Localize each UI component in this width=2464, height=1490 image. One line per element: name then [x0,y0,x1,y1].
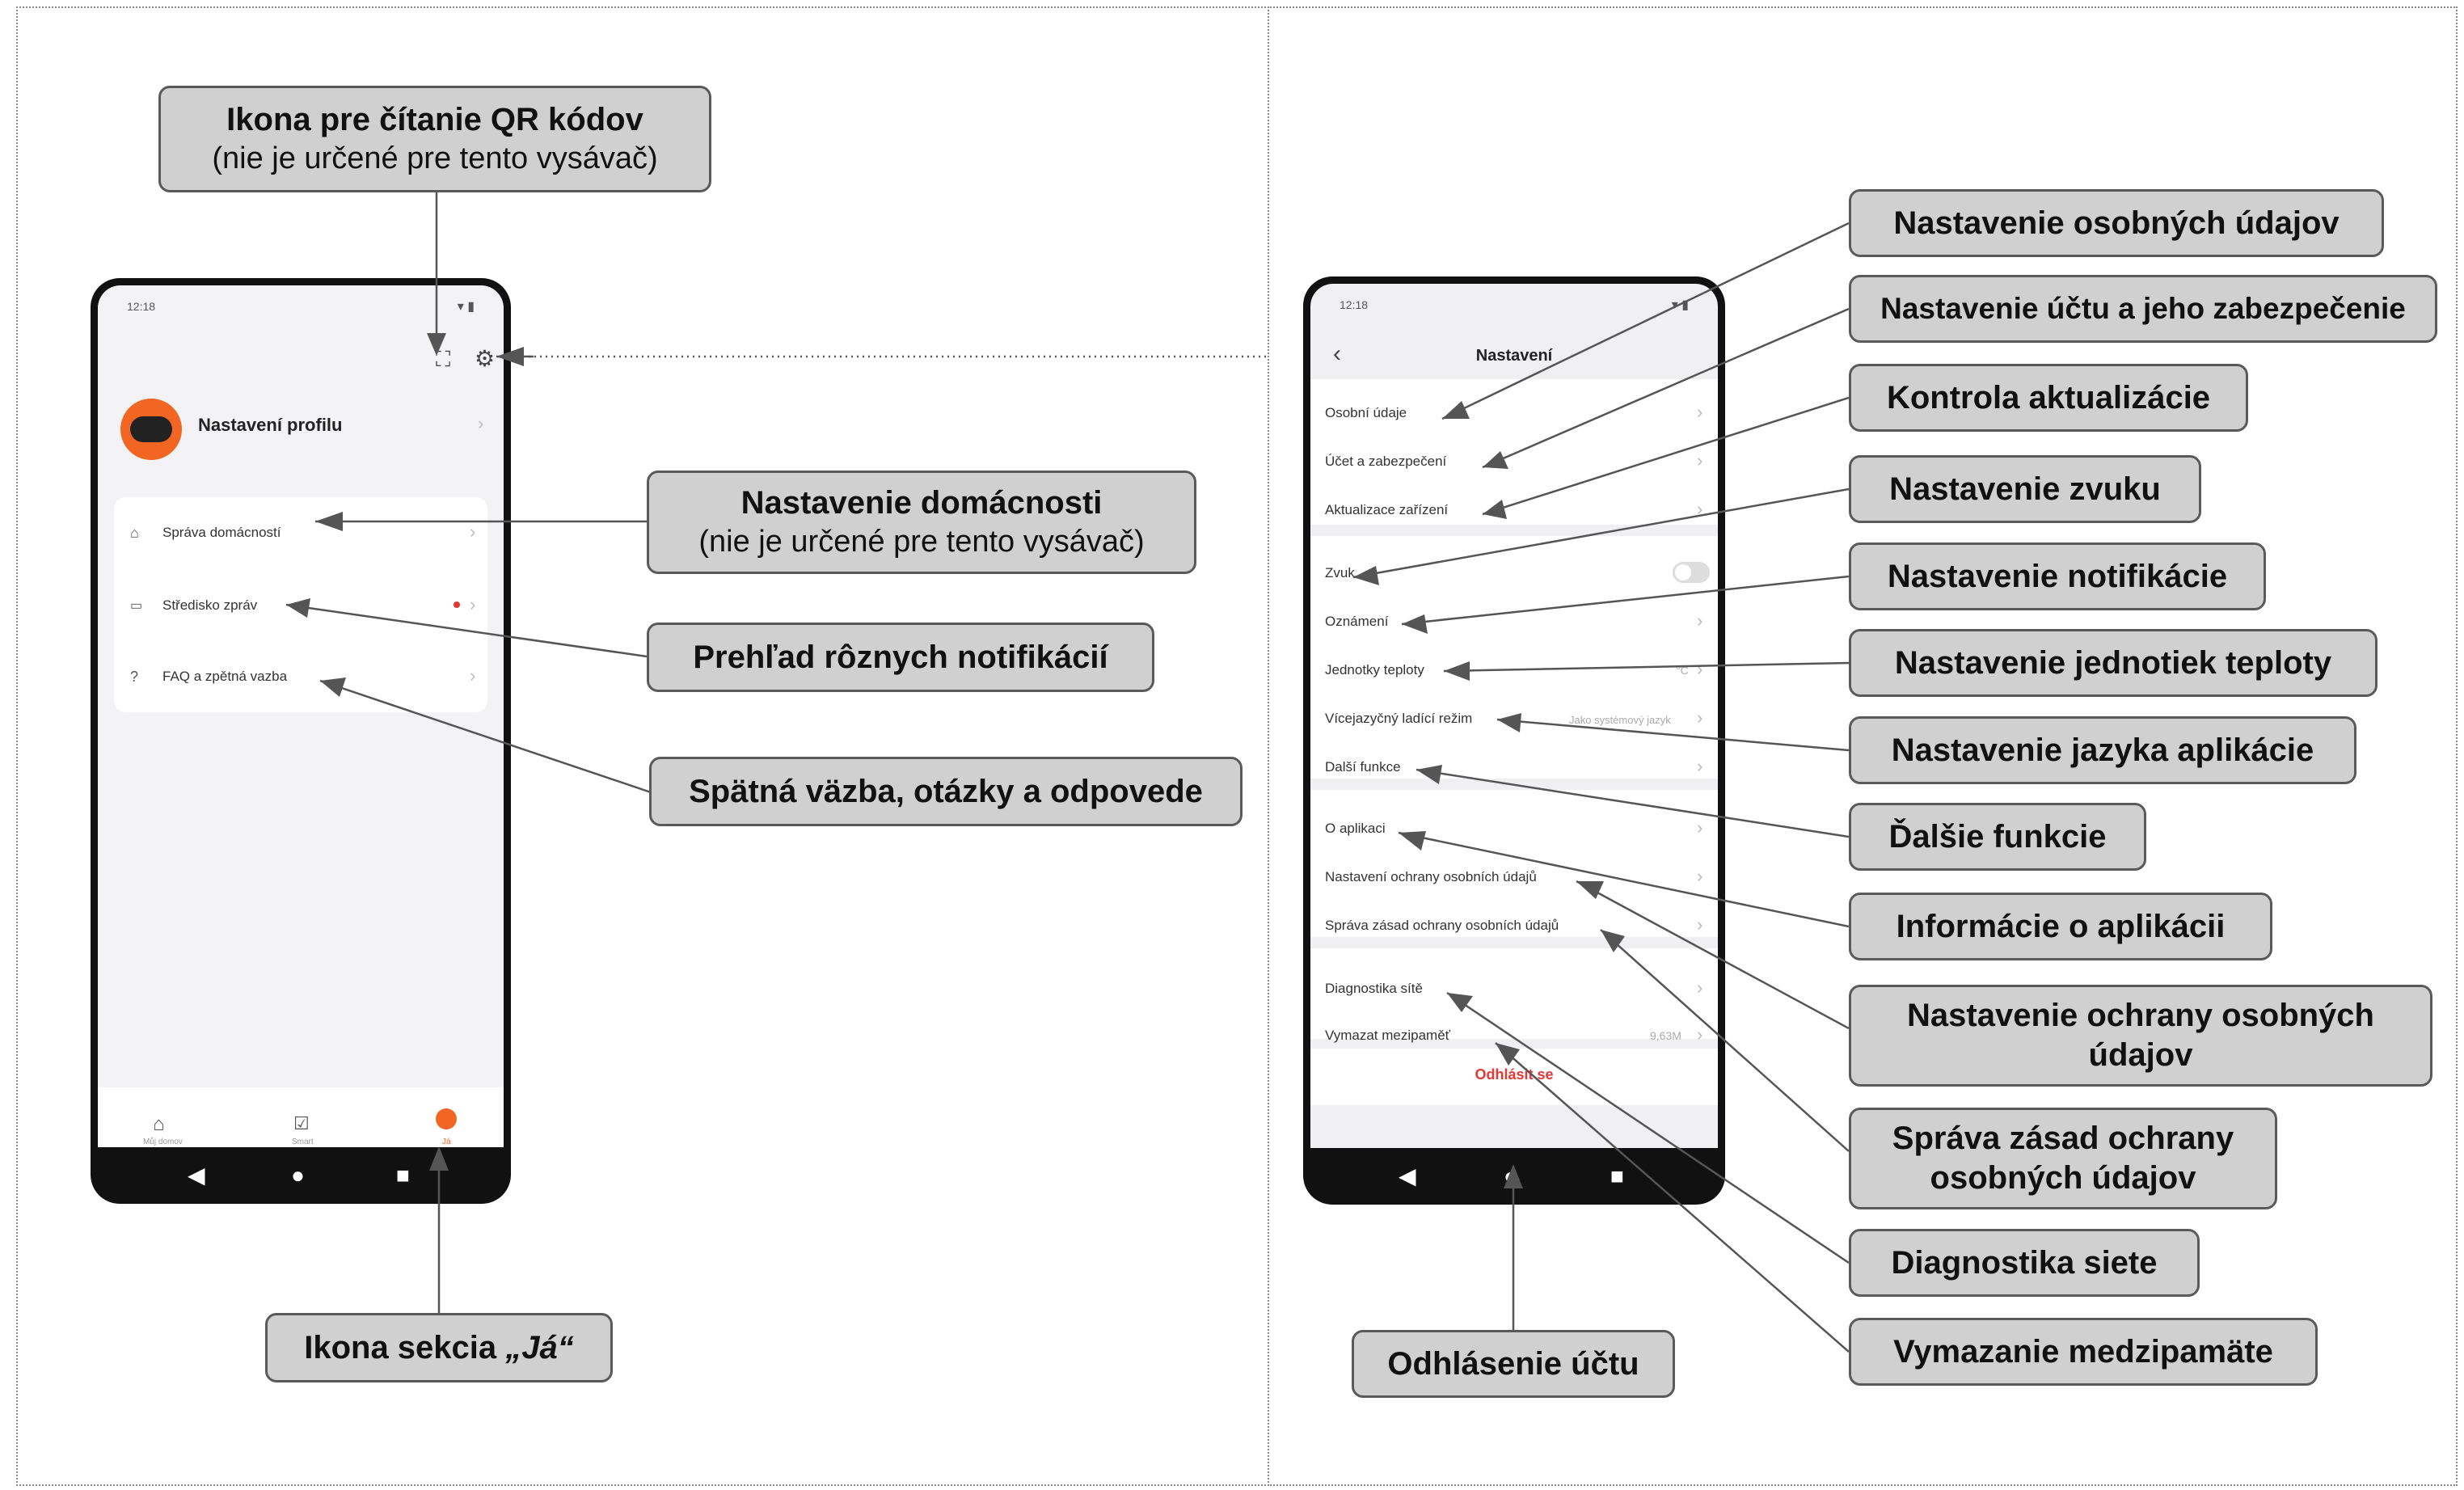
callout-text: Nastavenie notifikácie [1887,558,2228,594]
callout-network-diagnostics: Diagnostika siete [1849,1229,2200,1297]
callout-text: Nastavenie ochrany osobných údajov [1907,998,2374,1073]
callout-language: Nastavenie jazyka aplikácie [1849,716,2356,784]
callout-more-functions: Ďalšie funkcie [1849,803,2146,871]
callout-text: Nastavenie osobných údajov [1893,205,2340,241]
callout-clear-cache: Vymazanie medzipamäte [1849,1318,2318,1386]
callout-privacy-policy: Správa zásad ochrany osobných údajov [1849,1108,2277,1209]
callout-notifications: Prehľad rôznych notifikácií [647,623,1154,692]
callout-faq-text: Spätná väzba, otázky a odpovede [689,773,1203,809]
callout-text: Správa zásad ochrany osobných údajov [1892,1121,2234,1196]
callout-text: Nastavenie zvuku [1889,471,2161,507]
callout-qr-icon: Ikona pre čítanie QR kódov (nie je určen… [158,86,711,192]
callout-qr-sub: (nie je určené pre tento vysávač) [212,141,658,176]
callout-notifications-setting: Nastavenie notifikácie [1849,542,2266,610]
callout-sound: Nastavenie zvuku [1849,455,2201,523]
callout-faq: Spätná väzba, otázky a odpovede [649,757,1243,826]
callout-logout-text: Odhlásenie účtu [1387,1345,1639,1382]
callout-household-title: Nastavenie domácnosti [740,485,1103,521]
callout-text: Informácie o aplikácii [1896,908,2226,944]
callout-logout: Odhlásenie účtu [1352,1330,1675,1398]
callout-me-prefix: Ikona sekcia [304,1329,506,1365]
callout-text: Nastavenie jednotiek teploty [1894,644,2332,681]
callout-qr-title: Ikona pre čítanie QR kódov [226,102,643,138]
callout-me-text: Ikona sekcia „Já“ [304,1328,574,1368]
callout-text: Nastavenie účtu a jeho zabezpečenie [1880,292,2406,326]
callout-text: Ďalšie funkcie [1888,818,2107,855]
callout-me-section: Ikona sekcia „Já“ [265,1313,613,1382]
callout-update-check: Kontrola aktualizácie [1849,364,2248,432]
callout-text: Nastavenie jazyka aplikácie [1891,732,2314,768]
callout-text: Vymazanie medzipamäte [1893,1333,2273,1370]
callout-household-sub: (nie je určené pre tento vysávač) [698,525,1145,559]
callout-account-security: Nastavenie účtu a jeho zabezpečenie [1849,275,2437,343]
callout-privacy-settings: Nastavenie ochrany osobných údajov [1849,985,2432,1087]
callout-personal-data: Nastavenie osobných údajov [1849,189,2384,257]
callout-temperature: Nastavenie jednotiek teploty [1849,629,2378,697]
callout-me-name: „Já“ [505,1329,574,1365]
callout-text: Diagnostika siete [1891,1244,2158,1281]
callout-text: Kontrola aktualizácie [1886,379,2211,416]
callout-household: Nastavenie domácnosti (nie je určené pre… [647,471,1196,574]
callout-about-app: Informácie o aplikácii [1849,893,2272,960]
callout-notifications-text: Prehľad rôznych notifikácií [693,639,1108,675]
